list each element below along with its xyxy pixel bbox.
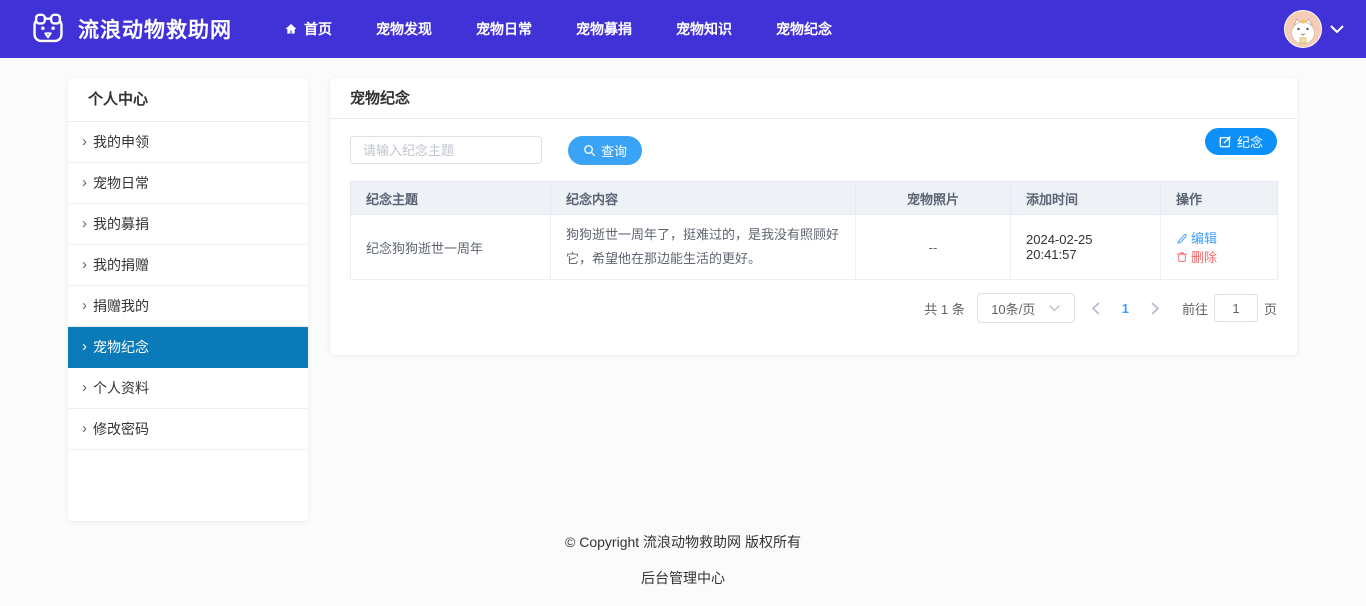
nav-item-pet-fundraise[interactable]: 宠物募捐 bbox=[576, 19, 632, 39]
memorial-subject-search-input[interactable] bbox=[350, 136, 542, 164]
panel-title: 宠物纪念 bbox=[330, 78, 1297, 119]
table-row: 纪念狗狗逝世一周年 狗狗逝世一周年了，挺难过的，是我没有照顾好它，希望他在那边能… bbox=[350, 213, 1278, 281]
query-button[interactable]: 查询 bbox=[568, 135, 643, 165]
header-operation: 操作 bbox=[1160, 181, 1278, 215]
search-icon bbox=[583, 144, 596, 157]
top-navbar: 流浪动物救助网 首页 宠物发现 宠物日常 宠物募捐 宠物知识 宠物纪念 bbox=[0, 0, 1366, 58]
sidebar-title: 个人中心 bbox=[68, 78, 308, 122]
nav-item-pet-daily[interactable]: 宠物日常 bbox=[476, 19, 532, 39]
admin-center-link[interactable]: 后台管理中心 bbox=[641, 568, 725, 588]
cell-content: 狗狗逝世一周年了，挺难过的，是我没有照顾好它，希望他在那边能生活的更好。 bbox=[550, 213, 856, 281]
chevron-down-icon bbox=[1049, 304, 1061, 312]
nav-item-pet-memorial[interactable]: 宠物纪念 bbox=[776, 19, 832, 39]
delete-button[interactable]: 删除 bbox=[1176, 247, 1217, 266]
sidebar-item-change-password[interactable]: › 修改密码 bbox=[68, 409, 308, 450]
pencil-icon bbox=[1176, 232, 1188, 244]
caret-right-icon: › bbox=[82, 214, 87, 232]
caret-right-icon: › bbox=[82, 337, 87, 355]
cell-operation: 编辑 删除 bbox=[1160, 213, 1278, 281]
sidebar-item-my-donations[interactable]: › 我的捐赠 bbox=[68, 245, 308, 286]
pet-memorial-panel: 宠物纪念 查询 纪念 bbox=[330, 78, 1297, 355]
header-add-time: 添加时间 bbox=[1010, 181, 1161, 215]
caret-right-icon: › bbox=[82, 296, 87, 314]
sidebar-item-pet-memorial[interactable]: › 宠物纪念 bbox=[68, 327, 308, 368]
header-memorial-content: 纪念内容 bbox=[550, 181, 856, 215]
caret-right-icon: › bbox=[82, 132, 87, 150]
goto-page: 前往 页 bbox=[1182, 294, 1277, 323]
goto-page-input[interactable] bbox=[1213, 294, 1258, 323]
trash-icon bbox=[1176, 251, 1188, 263]
header-pet-photo: 宠物照片 bbox=[855, 181, 1011, 215]
caret-right-icon: › bbox=[82, 419, 87, 437]
edit-button[interactable]: 编辑 bbox=[1176, 228, 1217, 247]
sidebar-item-my-applications[interactable]: › 我的申领 bbox=[68, 122, 308, 163]
brand-title: 流浪动物救助网 bbox=[78, 19, 232, 42]
cell-add-time: 2024-02-25 20:41:57 bbox=[1010, 213, 1161, 281]
table-header-row: 纪念主题 纪念内容 宠物照片 添加时间 操作 bbox=[350, 181, 1278, 215]
edit-square-icon bbox=[1219, 135, 1232, 148]
sidebar-item-pet-daily[interactable]: › 宠物日常 bbox=[68, 163, 308, 204]
copyright-text: © Copyright 流浪动物救助网 版权所有 bbox=[565, 534, 801, 550]
page-number-current[interactable]: 1 bbox=[1116, 301, 1135, 316]
caret-right-icon: › bbox=[82, 378, 87, 396]
pagination-total: 共 1 条 bbox=[924, 301, 965, 317]
brand-logo-link[interactable]: 流浪动物救助网 bbox=[28, 9, 232, 49]
user-menu[interactable] bbox=[1284, 10, 1344, 48]
cell-subject: 纪念狗狗逝世一周年 bbox=[350, 213, 551, 281]
sidebar-item-donated-to-me[interactable]: › 捐赠我的 bbox=[68, 286, 308, 327]
home-icon bbox=[284, 22, 298, 36]
pagination: 共 1 条 10条/页 1 前往 页 bbox=[350, 293, 1277, 324]
add-memorial-button[interactable]: 纪念 bbox=[1204, 128, 1277, 155]
next-page-button[interactable] bbox=[1145, 302, 1166, 315]
user-avatar[interactable] bbox=[1284, 10, 1322, 48]
page-size-select[interactable]: 10条/页 bbox=[976, 293, 1075, 324]
main-nav: 首页 宠物发现 宠物日常 宠物募捐 宠物知识 宠物纪念 bbox=[284, 19, 832, 39]
header-memorial-subject: 纪念主题 bbox=[350, 181, 551, 215]
nav-item-home[interactable]: 首页 bbox=[284, 19, 332, 39]
caret-right-icon: › bbox=[82, 255, 87, 273]
dog-logo-icon bbox=[28, 9, 68, 49]
caret-right-icon: › bbox=[82, 173, 87, 191]
cell-photo: -- bbox=[855, 213, 1011, 281]
nav-item-pet-knowledge[interactable]: 宠物知识 bbox=[676, 19, 732, 39]
chevron-down-icon[interactable] bbox=[1330, 25, 1344, 34]
footer: © Copyright 流浪动物救助网 版权所有 后台管理中心 bbox=[0, 532, 1366, 588]
toolbar: 查询 纪念 bbox=[350, 128, 1277, 165]
page: 流浪动物救助网 首页 宠物发现 宠物日常 宠物募捐 宠物知识 宠物纪念 个人中心… bbox=[0, 0, 1366, 606]
memorial-table: 纪念主题 纪念内容 宠物照片 添加时间 操作 纪念狗狗逝世一周年 狗狗逝世一周年… bbox=[350, 181, 1278, 281]
sidebar-item-my-fundraising[interactable]: › 我的募捐 bbox=[68, 204, 308, 245]
personal-center-sidebar: 个人中心 › 我的申领 › 宠物日常 › 我的募捐 › 我的捐赠 › 捐赠我的 › 宠物纪念… bbox=[68, 78, 308, 521]
sidebar-item-personal-profile[interactable]: › 个人资料 bbox=[68, 368, 308, 409]
nav-item-pet-discover[interactable]: 宠物发现 bbox=[376, 19, 432, 39]
prev-page-button[interactable] bbox=[1085, 302, 1106, 315]
